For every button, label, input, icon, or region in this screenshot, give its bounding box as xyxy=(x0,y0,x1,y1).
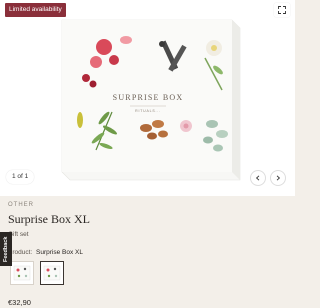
expand-button[interactable] xyxy=(274,3,290,17)
product-title: Surprise Box XL xyxy=(8,212,90,226)
variant-thumbnail xyxy=(13,265,31,281)
variant-selector-label: Product: Surprise Box XL xyxy=(8,249,83,256)
product-gallery: SURPRISE BOX RITUALS... Limited availabi… xyxy=(0,0,295,196)
limited-availability-badge: Limited availability xyxy=(5,3,66,17)
variant-value: Surprise Box XL xyxy=(36,249,83,256)
chevron-left-icon xyxy=(255,175,260,181)
variant-swatch[interactable] xyxy=(10,261,34,285)
product-price: €32,90 xyxy=(8,298,31,307)
chevron-right-icon xyxy=(276,175,281,181)
variant-thumbnail xyxy=(43,265,61,281)
box-title: SURPRISE BOX xyxy=(113,93,184,102)
feedback-tab[interactable]: Feedback xyxy=(0,232,12,266)
expand-icon xyxy=(278,6,286,14)
product-info: OTHER Surprise Box XL Gift set Product: … xyxy=(0,196,295,308)
variant-swatch-selected[interactable] xyxy=(40,261,64,285)
box-brand: RITUALS... xyxy=(135,109,161,113)
pink-flower-illustration xyxy=(180,120,192,132)
image-counter: 1 of 1 xyxy=(6,170,35,184)
previous-image-button[interactable] xyxy=(250,170,266,186)
product-category: OTHER xyxy=(8,202,34,208)
next-image-button[interactable] xyxy=(270,170,286,186)
product-image[interactable]: SURPRISE BOX RITUALS... xyxy=(0,0,295,196)
